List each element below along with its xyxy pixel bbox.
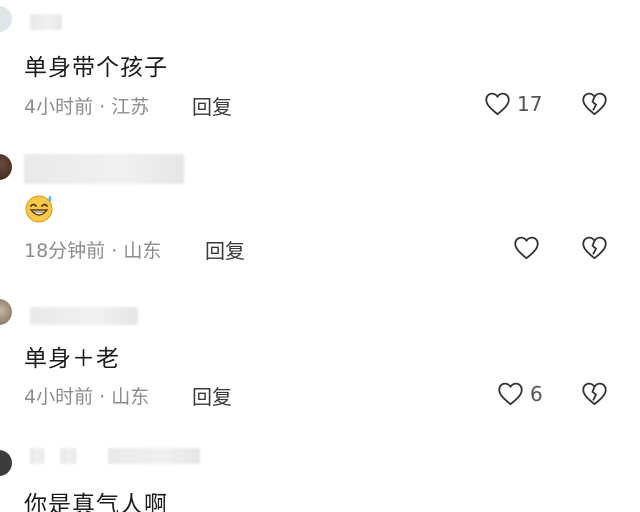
broken-heart-icon [582, 236, 607, 260]
comment-meta: 18分钟前 · 山东 [24, 236, 161, 263]
like-count: 17 [517, 91, 543, 116]
comment-text: 单身＋老 [24, 346, 120, 372]
username-blurred[interactable] [30, 307, 138, 325]
username-blurred[interactable] [24, 154, 184, 184]
comment-meta: 4小时前 · 江苏 [24, 92, 149, 119]
heart-icon [498, 382, 523, 406]
comment-time: 4小时前 [24, 96, 94, 118]
comment-time: 18分钟前 [24, 240, 106, 262]
like-button[interactable] [513, 235, 540, 260]
like-button[interactable]: 6 [497, 381, 543, 406]
meta-separator: · [105, 240, 124, 262]
avatar[interactable] [0, 450, 12, 476]
comment-meta: 4小时前 · 山东 [24, 382, 149, 409]
grinning-sweat-emoji [25, 195, 53, 223]
dislike-button[interactable] [581, 91, 608, 120]
comment-item: 单身带个孩子 4小时前 · 江苏 回复 17 [0, 0, 640, 130]
dislike-button[interactable] [581, 381, 608, 410]
reply-button[interactable]: 回复 [192, 381, 232, 410]
heart-icon [485, 92, 510, 116]
comment-time: 4小时前 [24, 386, 94, 408]
meta-separator: · [93, 96, 112, 118]
username-blurred[interactable] [30, 14, 62, 30]
like-button[interactable]: 17 [484, 91, 542, 116]
meta-separator: · [93, 386, 112, 408]
broken-heart-icon [582, 382, 607, 406]
like-count: 6 [530, 381, 543, 406]
avatar[interactable] [0, 6, 12, 32]
comment-location: 山东 [123, 240, 162, 262]
comment-text: 你是真气人啊 [24, 492, 168, 512]
comment-item: 单身＋老 4小时前 · 山东 回复 6 [0, 285, 640, 425]
username-blurred[interactable] [60, 448, 76, 464]
username-blurred[interactable] [108, 448, 200, 464]
avatar[interactable] [0, 154, 12, 180]
comment-item: 你是真气人啊 [0, 440, 640, 512]
avatar[interactable] [0, 299, 12, 325]
comment-text: 单身带个孩子 [24, 55, 168, 81]
reply-button[interactable]: 回复 [192, 91, 232, 120]
reply-button[interactable]: 回复 [205, 235, 245, 264]
heart-icon [514, 236, 539, 260]
username-blurred[interactable] [30, 448, 44, 464]
dislike-button[interactable] [581, 235, 608, 264]
comment-list: 单身带个孩子 4小时前 · 江苏 回复 17 18分钟前 · 山东 回复 单身＋… [0, 0, 640, 512]
comment-location: 江苏 [111, 96, 150, 118]
broken-heart-icon [582, 92, 607, 116]
comment-item: 18分钟前 · 山东 回复 [0, 140, 640, 280]
comment-location: 山东 [111, 386, 150, 408]
